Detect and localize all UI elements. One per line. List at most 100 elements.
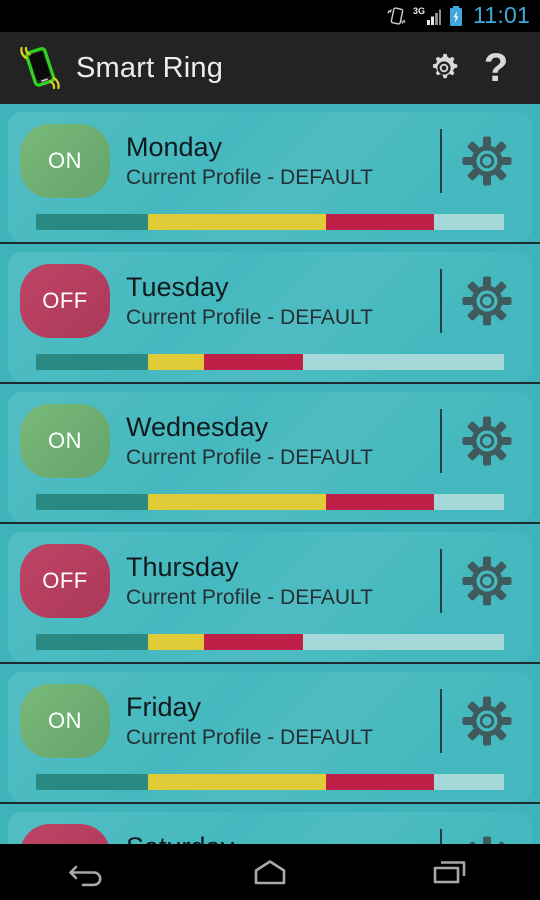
days-list[interactable]: ON Monday Current Profile - DEFAULT OFF Tues… — [0, 104, 540, 844]
current-profile-label: Current Profile - DEFAULT — [126, 165, 374, 189]
status-bar: 3G 11:01 — [0, 0, 540, 32]
day-toggle-on[interactable]: ON — [20, 404, 110, 478]
day-toggle-off[interactable]: OFF — [20, 824, 110, 844]
gear-icon — [432, 53, 458, 79]
day-card-main: ON Wednesday Current Profile - DEFAULT — [8, 402, 532, 480]
row-settings-button[interactable] — [456, 410, 518, 472]
row-settings-button[interactable] — [456, 130, 518, 192]
bar-segment-2 — [326, 774, 434, 790]
bar-segment-0 — [36, 214, 149, 230]
vertical-divider — [440, 829, 442, 844]
bar-segment-0 — [36, 494, 149, 510]
day-toggle-off[interactable]: OFF — [20, 264, 110, 338]
question-mark-icon: ? — [483, 46, 509, 90]
bar-segment-1 — [148, 634, 205, 650]
day-name: Wednesday — [126, 411, 269, 442]
day-name: Friday — [126, 691, 202, 722]
day-name: Tuesday — [126, 271, 229, 302]
bar-segment-3 — [433, 214, 504, 230]
day-text-block: Thursday Current Profile - DEFAULT — [110, 552, 440, 610]
bar-segment-1 — [148, 214, 327, 230]
day-name: Monday — [126, 131, 223, 162]
day-text-block: SaturdayCurrent Profile - DEFAULT — [110, 832, 440, 844]
vertical-divider — [440, 409, 442, 473]
day-row[interactable]: OFF Tuesday Current Profile - DEFAULT — [0, 252, 540, 384]
day-row[interactable]: OFFSaturdayCurrent Profile - DEFAULT — [0, 812, 540, 844]
bar-segment-0 — [36, 634, 149, 650]
bar-segment-3 — [433, 774, 504, 790]
current-profile-label: Current Profile - DEFAULT — [126, 305, 374, 329]
current-profile-label: Current Profile - DEFAULT — [126, 445, 374, 469]
day-card[interactable]: OFF Tuesday Current Profile - DEFAULT — [8, 252, 532, 382]
row-settings-button[interactable] — [456, 270, 518, 332]
day-segment-bar — [36, 774, 504, 790]
battery-charging-icon — [448, 5, 464, 27]
day-name: Saturday — [126, 832, 440, 844]
bar-segment-2 — [204, 634, 303, 650]
vertical-divider — [440, 129, 442, 193]
day-toggle-on[interactable]: ON — [20, 684, 110, 758]
home-icon — [254, 860, 286, 885]
bar-segment-0 — [36, 354, 149, 370]
nav-home-button[interactable] — [180, 844, 360, 900]
bar-segment-1 — [148, 354, 205, 370]
status-bar-clock: 11:01 — [473, 1, 530, 28]
day-row[interactable]: ON Monday Current Profile - DEFAULT — [0, 112, 540, 244]
day-segment-bar — [36, 634, 504, 650]
help-button[interactable]: ? — [470, 42, 522, 94]
day-card[interactable]: ON Wednesday Current Profile - DEFAULT — [8, 392, 532, 522]
day-row[interactable]: ON Friday Current Profile - DEFAULT — [0, 672, 540, 804]
settings-button[interactable] — [418, 42, 470, 94]
vertical-divider — [440, 689, 442, 753]
nav-recents-button[interactable] — [360, 844, 540, 900]
day-toggle-on[interactable]: ON — [20, 124, 110, 198]
day-toggle-off[interactable]: OFF — [20, 544, 110, 618]
gear-icon — [462, 416, 512, 466]
day-segment-bar — [36, 354, 504, 370]
signal-3g-icon: 3G — [413, 5, 442, 27]
day-text-block: Monday Current Profile - DEFAULT — [110, 132, 440, 190]
current-profile-label: Current Profile - DEFAULT — [126, 725, 374, 749]
app-screen: 3G 11:01 Smart Ring ? ON Monday Current … — [0, 0, 540, 900]
day-segment-bar — [36, 214, 504, 230]
gear-icon — [462, 556, 512, 606]
day-card[interactable]: ON Monday Current Profile - DEFAULT — [8, 112, 532, 242]
gear-icon — [462, 136, 512, 186]
gear-icon — [467, 836, 507, 844]
recents-icon — [433, 861, 466, 884]
day-segment-bar — [36, 494, 504, 510]
bar-segment-2 — [204, 354, 303, 370]
svg-text:3G: 3G — [413, 6, 425, 16]
day-text-block: Wednesday Current Profile - DEFAULT — [110, 412, 440, 470]
row-settings-button[interactable] — [456, 830, 518, 844]
day-text-block: Friday Current Profile - DEFAULT — [110, 692, 440, 750]
row-settings-button[interactable] — [456, 690, 518, 752]
day-row[interactable]: ON Wednesday Current Profile - DEFAULT — [0, 392, 540, 524]
bar-segment-2 — [326, 214, 434, 230]
bar-segment-3 — [433, 494, 504, 510]
day-card[interactable]: ON Friday Current Profile - DEFAULT — [8, 672, 532, 802]
gear-icon — [462, 276, 512, 326]
day-row[interactable]: OFF Thursday Current Profile - DEFAULT — [0, 532, 540, 664]
day-card-main: OFF Thursday Current Profile - DEFAULT — [8, 542, 532, 620]
android-nav-bar — [0, 844, 540, 900]
gear-icon — [462, 696, 512, 746]
bar-segment-1 — [148, 774, 327, 790]
smart-ring-logo — [14, 42, 66, 94]
vibrate-icon — [386, 5, 406, 27]
bar-segment-0 — [36, 774, 149, 790]
back-arrow-icon — [69, 865, 102, 887]
nav-back-button[interactable] — [0, 844, 180, 900]
day-card-main: ON Friday Current Profile - DEFAULT — [8, 682, 532, 760]
day-text-block: Tuesday Current Profile - DEFAULT — [110, 272, 440, 330]
day-card-main: OFF Tuesday Current Profile - DEFAULT — [8, 262, 532, 340]
day-card[interactable]: OFFSaturdayCurrent Profile - DEFAULT — [8, 812, 532, 844]
day-card[interactable]: OFF Thursday Current Profile - DEFAULT — [8, 532, 532, 662]
vertical-divider — [440, 549, 442, 613]
app-header: Smart Ring ? — [0, 32, 540, 104]
bar-segment-2 — [326, 494, 434, 510]
bar-segment-3 — [302, 634, 504, 650]
day-card-main: ON Monday Current Profile - DEFAULT — [8, 122, 532, 200]
bar-segment-1 — [148, 494, 327, 510]
row-settings-button[interactable] — [456, 550, 518, 612]
